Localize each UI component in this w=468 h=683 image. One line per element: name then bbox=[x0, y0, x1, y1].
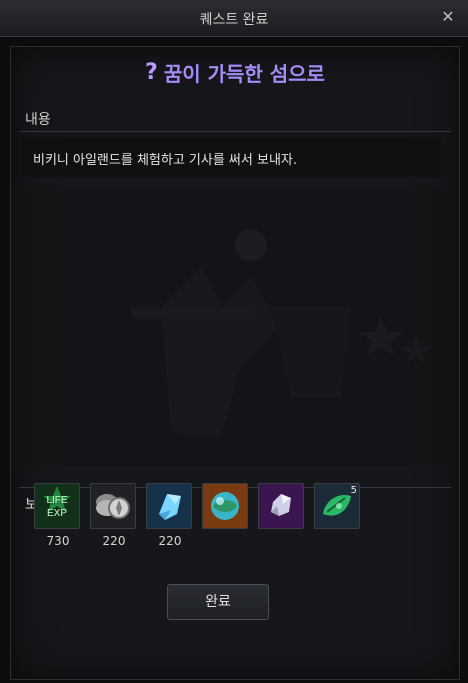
question-mark-icon: ? bbox=[145, 59, 158, 85]
gem-icon bbox=[258, 483, 304, 529]
quest-name: 꿈이 가득한 섬으로 bbox=[163, 61, 325, 86]
complete-button[interactable]: 완료 bbox=[167, 584, 269, 620]
window-title: 퀘스트 완료 bbox=[199, 12, 269, 28]
background-illustration bbox=[11, 187, 459, 467]
divider bbox=[19, 131, 451, 132]
reward-item-gem[interactable] bbox=[258, 483, 306, 529]
content-box: 비키니 아일랜드를 체험하고 기사를 써서 보내자. bbox=[21, 137, 441, 177]
reward-item-orb[interactable] bbox=[202, 483, 250, 529]
reward-item-life-exp[interactable]: LIFE EXP 730 bbox=[34, 483, 82, 548]
reward-item-leaf-stone[interactable]: 5 bbox=[314, 483, 362, 529]
leaf-stone-icon: 5 bbox=[314, 483, 360, 529]
coin-icon bbox=[90, 483, 136, 529]
close-icon[interactable]: ✕ bbox=[438, 7, 458, 27]
quest-heading: ? 꿈이 가득한 섬으로 bbox=[11, 57, 459, 87]
title-bar: 퀘스트 완료 ✕ bbox=[0, 0, 468, 37]
orb-icon bbox=[202, 483, 248, 529]
reward-item-crystal[interactable]: 220 bbox=[146, 483, 194, 548]
svg-text:EXP: EXP bbox=[47, 508, 67, 519]
stack-count-badge: 5 bbox=[350, 485, 357, 496]
reward-count: 730 bbox=[46, 534, 70, 548]
reward-item-coin[interactable]: 220 bbox=[90, 483, 138, 548]
content-label: 내용 bbox=[25, 112, 51, 128]
life-exp-icon: LIFE EXP bbox=[34, 483, 80, 529]
reward-count: 220 bbox=[158, 534, 182, 548]
reward-list: LIFE EXP 730 220 220 5 bbox=[22, 483, 442, 563]
content-text: 비키니 아일랜드를 체험하고 기사를 써서 보내자. bbox=[33, 153, 297, 168]
crystal-icon bbox=[146, 483, 192, 529]
reward-count: 220 bbox=[102, 534, 126, 548]
svg-text:LIFE: LIFE bbox=[46, 495, 67, 506]
